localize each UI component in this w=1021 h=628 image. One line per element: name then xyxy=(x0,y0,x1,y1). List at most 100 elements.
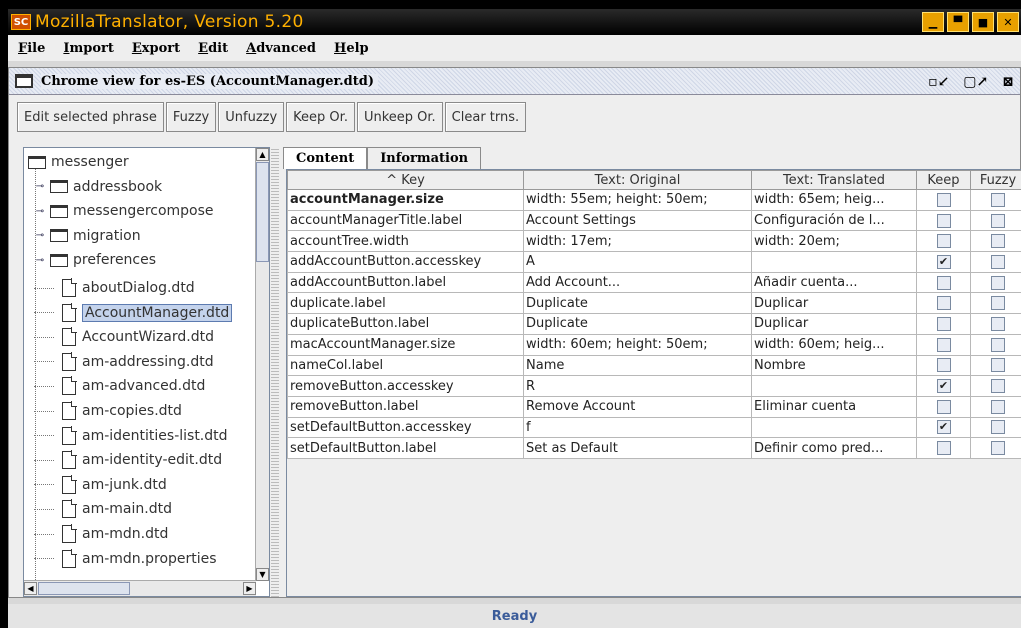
keep-checkbox[interactable] xyxy=(936,316,951,331)
table-row[interactable]: duplicateButton.label Duplicate Duplicar xyxy=(287,313,1021,335)
cell-key[interactable]: duplicate.label xyxy=(287,292,524,315)
fuzzy-checkbox[interactable] xyxy=(991,379,1005,394)
scroll-thumb[interactable] xyxy=(256,162,269,262)
tree-item[interactable]: ⊸ migration xyxy=(34,224,141,248)
table-row[interactable]: setDefaultButton.label Set as Default Defi… xyxy=(287,437,1021,459)
cell-translated[interactable]: Definir como pred... xyxy=(751,437,917,459)
cell-original[interactable]: Add Account... xyxy=(523,271,752,294)
cell-translated[interactable]: Eliminar cuenta xyxy=(751,395,917,418)
tree-item[interactable]: am-mdn.properties xyxy=(34,547,217,571)
keep-checkbox[interactable] xyxy=(936,358,951,373)
tree-item[interactable]: aboutDialog.dtd xyxy=(34,276,195,300)
keep-or-button[interactable]: Keep Or. xyxy=(286,102,355,132)
cell-original[interactable]: f xyxy=(523,416,752,439)
column-header[interactable]: Text: Original xyxy=(523,170,752,190)
cell-translated[interactable]: Duplicar xyxy=(751,292,917,315)
table-row[interactable]: nameCol.label Name Nombre xyxy=(287,354,1021,377)
frame-title-bar[interactable]: Chrome view for es-ES (AccountManager.dt… xyxy=(9,68,1020,95)
menu-help[interactable]: Help xyxy=(334,41,369,56)
table-row[interactable]: setDefaultButton.accesskey f ✔ xyxy=(287,416,1021,439)
fuzzy-checkbox[interactable] xyxy=(991,213,1005,228)
tree-item[interactable]: AccountManager.dtd xyxy=(34,301,233,325)
fuzzy-checkbox[interactable] xyxy=(991,420,1005,435)
cell-original[interactable]: A xyxy=(523,251,752,273)
tree-item[interactable]: am-mdn.dtd xyxy=(34,522,168,546)
scroll-left-icon[interactable]: ◀ xyxy=(24,582,37,595)
keep-checkbox[interactable]: ✔ xyxy=(936,420,951,435)
unfuzzy-button[interactable]: Unfuzzy xyxy=(218,102,285,132)
keep-checkbox[interactable] xyxy=(936,337,951,352)
cell-key[interactable]: nameCol.label xyxy=(287,354,524,377)
table-row[interactable]: accountManagerTitle.label Account Setting… xyxy=(287,209,1021,232)
fuzzy-checkbox[interactable] xyxy=(991,316,1005,331)
fuzzy-checkbox[interactable] xyxy=(991,254,1005,269)
cell-original[interactable]: Set as Default xyxy=(523,437,752,459)
column-header[interactable]: Fuzzy xyxy=(970,170,1021,190)
tree-item[interactable]: ⊸ addressbook xyxy=(34,175,162,199)
scroll-down-icon[interactable]: ▼ xyxy=(256,568,269,581)
keep-checkbox[interactable]: ✔ xyxy=(936,254,951,269)
cell-original[interactable]: Duplicate xyxy=(523,292,752,315)
close-icon[interactable]: ✕ xyxy=(997,12,1019,32)
column-header[interactable]: Keep xyxy=(916,170,971,190)
iconify-icon[interactable]: ▫↙ xyxy=(928,74,949,90)
cell-original[interactable]: Name xyxy=(523,354,752,377)
minimize-icon[interactable]: ▁ xyxy=(922,12,944,32)
fuzzy-checkbox[interactable] xyxy=(991,441,1005,456)
fuzzy-checkbox[interactable] xyxy=(991,275,1005,290)
table-row[interactable]: duplicate.label Duplicate Duplicar xyxy=(287,292,1021,315)
tab-content[interactable]: Content xyxy=(283,147,368,169)
cell-original[interactable]: R xyxy=(523,375,752,397)
table-row[interactable]: accountTree.width width: 17em; width: 20em… xyxy=(287,230,1021,253)
maximize-icon[interactable]: ▢↗ xyxy=(963,74,988,90)
scroll-right-icon[interactable]: ▶ xyxy=(243,582,256,595)
cell-key[interactable]: accountTree.width xyxy=(287,230,524,253)
fuzzy-checkbox[interactable] xyxy=(991,234,1005,249)
keep-checkbox[interactable] xyxy=(936,275,951,290)
table-row[interactable]: addAccountButton.label Add Account... Añad… xyxy=(287,271,1021,294)
scroll-thumb[interactable] xyxy=(38,582,130,595)
expand-toggle-icon[interactable]: ⊸ xyxy=(34,230,46,242)
tree-item[interactable]: am-identities-list.dtd xyxy=(34,424,228,448)
cell-key[interactable]: setDefaultButton.accesskey xyxy=(287,416,524,439)
expand-toggle-icon[interactable]: ⊸ xyxy=(34,254,46,266)
cell-translated[interactable]: width: 60em; heig... xyxy=(751,333,917,356)
window-title-bar[interactable]: SC MozillaTranslator, Version 5.20 ▁ ▀ ■… xyxy=(8,9,1021,35)
fuzzy-checkbox[interactable] xyxy=(991,399,1005,414)
keep-checkbox[interactable] xyxy=(936,296,951,311)
tree-item[interactable]: ⊸ preferences xyxy=(34,248,156,272)
table-row[interactable]: macAccountManager.size width: 60em; heigh… xyxy=(287,333,1021,356)
tree-item[interactable]: am-advanced.dtd xyxy=(34,374,205,398)
fuzzy-checkbox[interactable] xyxy=(991,337,1005,352)
keep-checkbox[interactable] xyxy=(936,399,951,414)
cell-translated[interactable]: width: 65em; heig... xyxy=(751,189,917,211)
cell-translated[interactable] xyxy=(751,416,917,439)
cell-key[interactable]: setDefaultButton.label xyxy=(287,437,524,459)
table-row[interactable]: addAccountButton.accesskey A ✔ xyxy=(287,251,1021,273)
cell-translated[interactable]: Duplicar xyxy=(751,313,917,335)
cell-key[interactable]: addAccountButton.label xyxy=(287,271,524,294)
tree-item[interactable]: am-identity-edit.dtd xyxy=(34,448,222,472)
menu-advanced[interactable]: Advanced xyxy=(246,41,316,56)
fuzzy-checkbox[interactable] xyxy=(991,296,1005,311)
tab-information[interactable]: Information xyxy=(367,147,482,169)
cell-translated[interactable]: Configuración de l... xyxy=(751,209,917,232)
scroll-up-icon[interactable]: ▲ xyxy=(256,148,269,161)
cell-translated[interactable] xyxy=(751,251,917,273)
tree-vertical-scrollbar[interactable]: ▲ ▼ xyxy=(255,148,269,581)
restore-icon[interactable]: ■ xyxy=(972,12,994,32)
maximize-icon[interactable]: ▀ xyxy=(947,12,969,32)
cell-original[interactable]: Remove Account xyxy=(523,395,752,418)
cell-key[interactable]: accountManager.size xyxy=(287,189,524,211)
cell-key[interactable]: duplicateButton.label xyxy=(287,313,524,335)
table-row[interactable]: removeButton.label Remove Account Eliminar… xyxy=(287,395,1021,418)
cell-translated[interactable]: width: 20em; xyxy=(751,230,917,253)
cell-key[interactable]: macAccountManager.size xyxy=(287,333,524,356)
cell-translated[interactable]: Añadir cuenta... xyxy=(751,271,917,294)
cell-translated[interactable]: Nombre xyxy=(751,354,917,377)
keep-checkbox[interactable] xyxy=(936,441,951,456)
table-row[interactable]: removeButton.accesskey R ✔ xyxy=(287,375,1021,397)
keep-checkbox[interactable]: ✔ xyxy=(936,379,951,394)
menu-edit[interactable]: Edit xyxy=(198,41,228,56)
cell-key[interactable]: accountManagerTitle.label xyxy=(287,209,524,232)
